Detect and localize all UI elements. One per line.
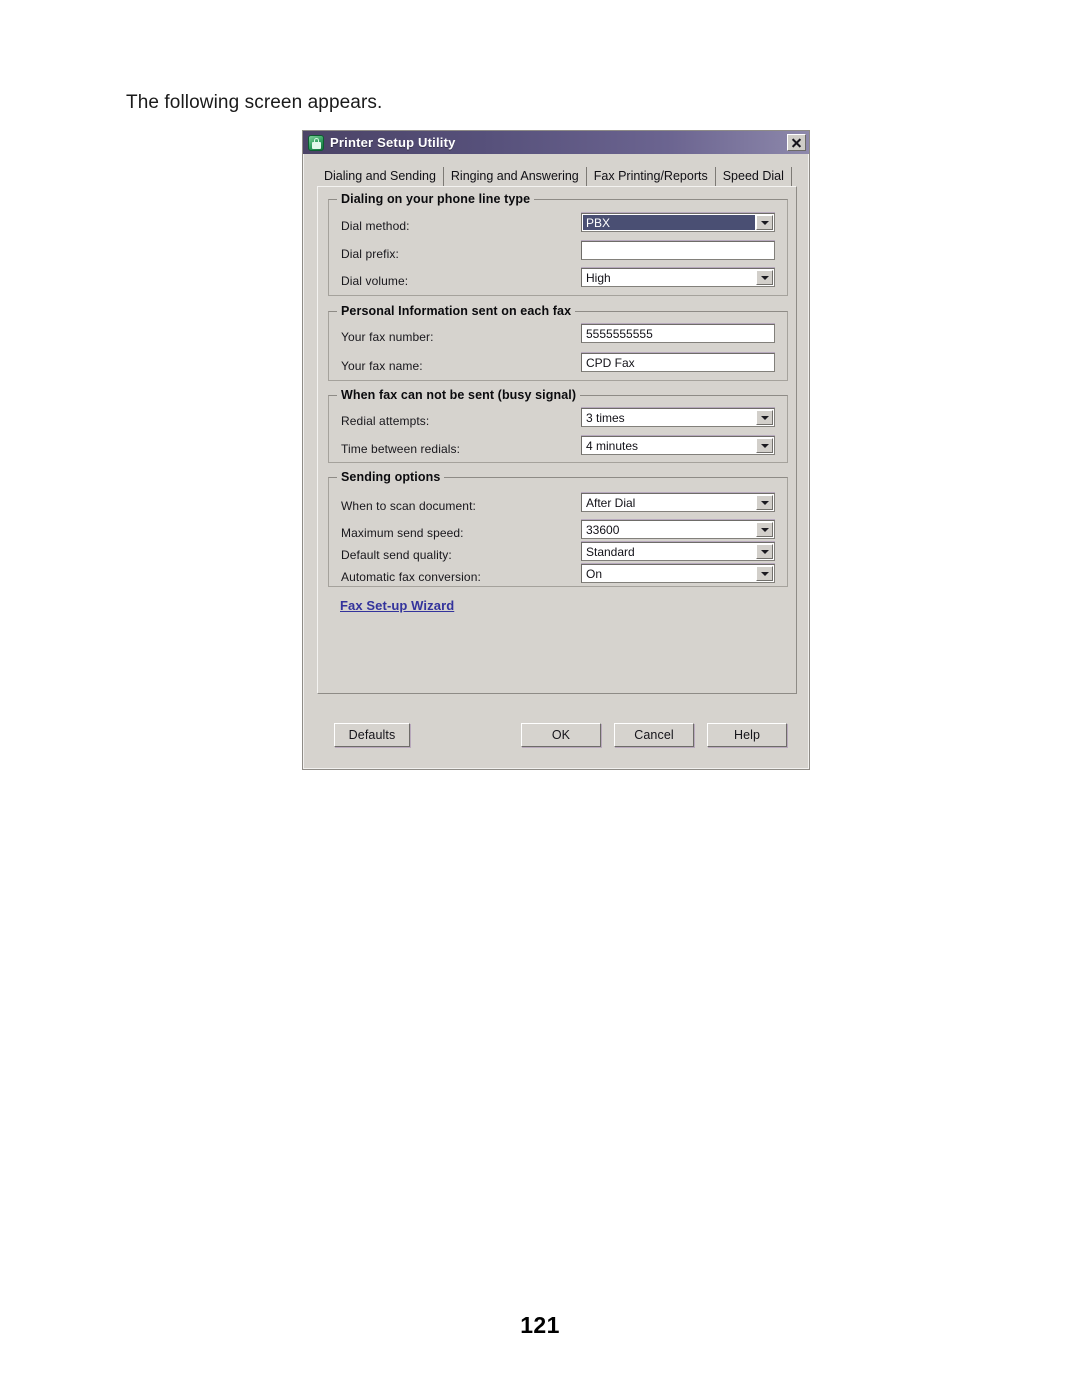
label-your-fax-number: Your fax number: [341, 330, 434, 344]
fax-number-value: 5555555555 [586, 326, 653, 341]
label-when-to-scan-document: When to scan document: [341, 499, 476, 513]
dial-prefix-value [582, 242, 774, 259]
tabstrip: Dialing and Sending Ringing and Answerin… [317, 165, 795, 187]
label-default-send-quality: Default send quality: [341, 548, 452, 562]
chevron-down-icon[interactable] [756, 544, 773, 559]
fax-name-input[interactable]: CPD Fax [581, 353, 775, 372]
dial-method-value: PBX [583, 215, 755, 230]
tab-dialing-and-sending[interactable]: Dialing and Sending [317, 167, 444, 187]
time-between-redials-combobox[interactable]: 4 minutes [581, 436, 775, 455]
label-maximum-send-speed: Maximum send speed: [341, 526, 464, 540]
when-to-scan-value: After Dial [586, 495, 636, 510]
fax-setup-wizard-link[interactable]: Fax Set-up Wizard [340, 598, 454, 613]
label-redial-attempts: Redial attempts: [341, 414, 430, 428]
automatic-fax-conversion-combobox[interactable]: On [581, 564, 775, 583]
dial-volume-combobox[interactable]: High [581, 268, 775, 287]
ok-button[interactable]: OK [521, 723, 601, 747]
help-button[interactable]: Help [707, 723, 787, 747]
tab-speed-dial[interactable]: Speed Dial [716, 167, 792, 187]
chevron-down-icon[interactable] [756, 438, 773, 453]
tab-ringing-and-answering[interactable]: Ringing and Answering [444, 167, 587, 187]
page-intro-text: The following screen appears. [126, 92, 383, 113]
label-your-fax-name: Your fax name: [341, 359, 423, 373]
group-legend-busy-signal: When fax can not be sent (busy signal) [337, 388, 581, 402]
dialog-title: Printer Setup Utility [330, 135, 456, 150]
dial-prefix-input[interactable] [581, 241, 775, 260]
redial-attempts-value: 3 times [586, 410, 625, 425]
label-dial-prefix: Dial prefix: [341, 247, 399, 261]
printer-setup-icon [308, 134, 324, 151]
default-send-quality-combobox[interactable]: Standard [581, 542, 775, 561]
maximum-send-speed-combobox[interactable]: 33600 [581, 520, 775, 539]
group-sending-options: Sending options When to scan document: A… [328, 470, 788, 587]
group-legend-sending-options: Sending options [337, 470, 445, 484]
automatic-fax-conversion-value: On [586, 566, 603, 581]
dial-volume-value: High [586, 270, 611, 285]
maximum-send-speed-value: 33600 [586, 522, 620, 537]
page-number: 121 [520, 1312, 560, 1338]
group-dialing-on-your-phone-line-type: Dialing on your phone line type Dial met… [328, 192, 788, 296]
group-legend-phone-line: Dialing on your phone line type [337, 192, 535, 206]
chevron-down-icon[interactable] [756, 270, 773, 285]
close-icon[interactable] [787, 134, 806, 151]
time-between-redials-value: 4 minutes [586, 438, 639, 453]
chevron-down-icon[interactable] [756, 566, 773, 581]
redial-attempts-combobox[interactable]: 3 times [581, 408, 775, 427]
group-personal-information: Personal Information sent on each fax Yo… [328, 304, 788, 381]
tab-fax-printing-reports[interactable]: Fax Printing/Reports [587, 167, 716, 187]
tab-page-dialing-and-sending: Dialing on your phone line type Dial met… [317, 186, 797, 694]
dialog-titlebar[interactable]: Printer Setup Utility [303, 131, 809, 154]
chevron-down-icon[interactable] [756, 215, 773, 230]
group-when-fax-can-not-be-sent: When fax can not be sent (busy signal) R… [328, 388, 788, 463]
default-send-quality-value: Standard [586, 544, 635, 559]
label-time-between-redials: Time between redials: [341, 442, 461, 456]
fax-name-value: CPD Fax [586, 355, 635, 370]
dialog-button-bar: Defaults OK Cancel Help [303, 707, 809, 767]
printer-setup-utility-dialog: Printer Setup Utility Dialing and Sendin… [302, 130, 810, 770]
chevron-down-icon[interactable] [756, 495, 773, 510]
fax-number-input[interactable]: 5555555555 [581, 324, 775, 343]
label-dial-method: Dial method: [341, 219, 410, 233]
when-to-scan-combobox[interactable]: After Dial [581, 493, 775, 512]
label-automatic-fax-conversion: Automatic fax conversion: [341, 570, 481, 584]
dial-method-combobox[interactable]: PBX [581, 213, 775, 232]
cancel-button[interactable]: Cancel [614, 723, 694, 747]
chevron-down-icon[interactable] [756, 410, 773, 425]
group-legend-personal-information: Personal Information sent on each fax [337, 304, 576, 318]
chevron-down-icon[interactable] [756, 522, 773, 537]
label-dial-volume: Dial volume: [341, 274, 409, 288]
defaults-button[interactable]: Defaults [334, 723, 410, 747]
